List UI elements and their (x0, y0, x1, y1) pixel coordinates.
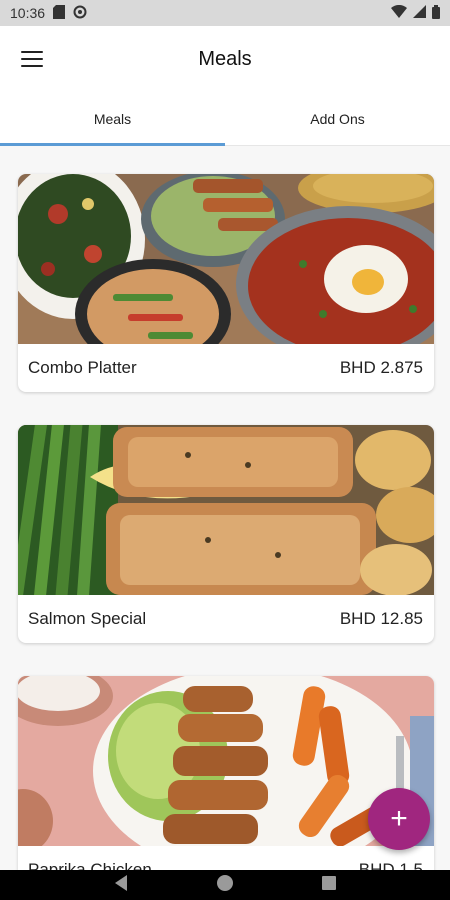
battery-icon (432, 4, 440, 22)
tab-add-ons[interactable]: Add Ons (225, 92, 450, 145)
recents-icon[interactable] (321, 875, 337, 896)
meal-price: BHD 1.5 (358, 860, 423, 870)
meal-name: Salmon Special (28, 609, 147, 628)
meal-card-paprika-chicken[interactable]: Paprika Chicken BHD 1.5 (18, 676, 434, 870)
app-bar: Meals (0, 26, 450, 92)
meal-card-footer: Salmon Special BHD 12.85 (18, 595, 434, 643)
status-time: 10:36 (10, 5, 46, 21)
sd-card-icon (53, 4, 66, 22)
meal-card-footer: Paprika Chicken BHD 1.5 (18, 846, 434, 870)
wifi-icon (391, 4, 407, 21)
meal-card-footer: Combo Platter BHD 2.875 (18, 344, 434, 392)
system-nav-bar (0, 870, 450, 900)
at-sign-icon (73, 5, 87, 22)
add-meal-button[interactable]: + (368, 788, 430, 850)
status-bar: 10:36 (0, 0, 450, 26)
meal-price: BHD 12.85 (339, 609, 423, 628)
add-icon: + (390, 802, 408, 835)
meal-name: Combo Platter (28, 358, 137, 377)
meal-name: Paprika Chicken (28, 860, 152, 870)
hamburger-menu-icon[interactable] (20, 48, 44, 70)
tab-bar: Meals Add Ons (0, 92, 450, 146)
meal-card-salmon-special[interactable]: Salmon Special BHD 12.85 (18, 425, 434, 643)
salmon-special-photo (18, 425, 434, 595)
page-title: Meals (198, 47, 252, 70)
signal-icon (413, 5, 426, 21)
meal-list: Combo Platter BHD 2.875 Salmon Special B… (0, 147, 450, 870)
meal-price: BHD 2.875 (339, 358, 423, 377)
back-icon[interactable] (113, 874, 129, 897)
meal-card-combo-platter[interactable]: Combo Platter BHD 2.875 (18, 174, 434, 392)
tab-meals[interactable]: Meals (0, 92, 225, 146)
home-icon[interactable] (216, 874, 234, 897)
combo-platter-photo (18, 174, 434, 344)
